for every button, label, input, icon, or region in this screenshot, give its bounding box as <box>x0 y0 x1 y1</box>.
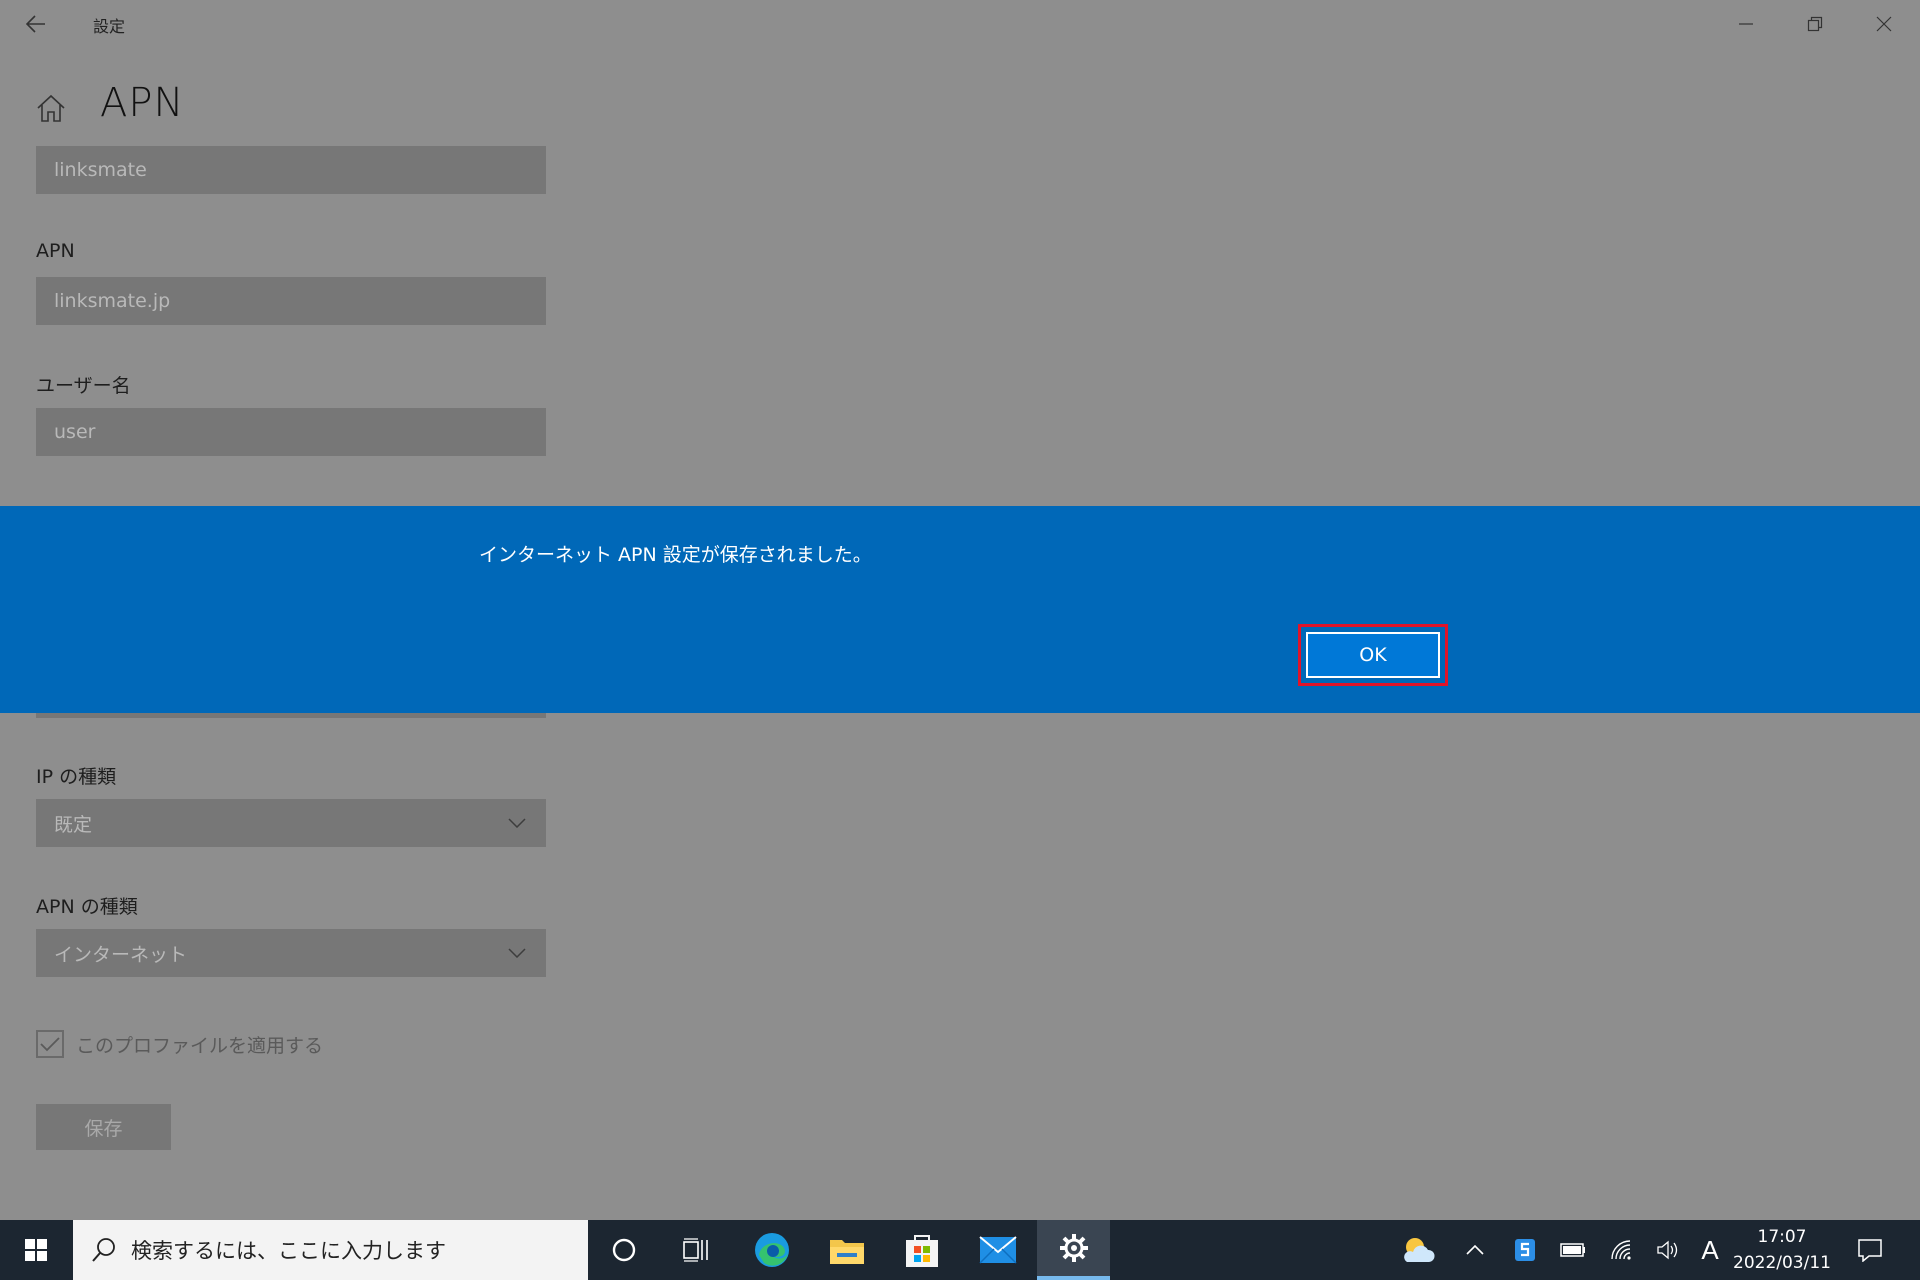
page-title: APN <box>100 80 185 126</box>
edge-icon <box>755 1233 789 1267</box>
profile-name-value: linksmate <box>54 159 147 181</box>
settings-taskbar-button[interactable] <box>1037 1220 1110 1280</box>
close-icon <box>1876 16 1892 32</box>
show-hidden-icons-button[interactable] <box>1460 1220 1490 1280</box>
notification-button[interactable] <box>1850 1220 1890 1280</box>
minimize-icon <box>1739 23 1753 25</box>
apply-profile-checkbox-row[interactable]: このプロファイルを適用する <box>36 1028 323 1060</box>
back-button[interactable] <box>18 8 54 40</box>
clock-date: 2022/03/11 <box>1733 1253 1831 1273</box>
apn-field[interactable]: linksmate.jp <box>36 277 546 325</box>
restore-icon <box>1807 16 1823 32</box>
checkmark-icon <box>40 1037 60 1052</box>
battery-tray-button[interactable] <box>1558 1220 1588 1280</box>
security-icon <box>1515 1239 1535 1261</box>
apply-profile-checkbox[interactable] <box>36 1030 64 1058</box>
taskbar: 検索するには、ここに入力します A 17:07 2022/03/11 <box>0 1220 1920 1280</box>
notification-icon <box>1858 1239 1882 1262</box>
taskbar-clock[interactable]: 17:07 2022/03/11 <box>1728 1220 1836 1280</box>
weather-button[interactable] <box>1396 1220 1440 1280</box>
window-title: 設定 <box>93 17 126 36</box>
ime-indicator[interactable]: A <box>1696 1220 1724 1280</box>
wifi-tray-button[interactable] <box>1606 1220 1638 1280</box>
confirmation-dialog: インターネット APN 設定が保存されました。 OK <box>0 506 1920 713</box>
store-button[interactable] <box>892 1220 952 1280</box>
dialog-message: インターネット APN 設定が保存されました。 <box>479 544 872 566</box>
file-explorer-button[interactable] <box>818 1220 876 1280</box>
username-label: ユーザー名 <box>36 375 131 397</box>
search-icon <box>92 1238 115 1262</box>
ok-button[interactable]: OK <box>1306 632 1440 678</box>
title-bar: 設定 <box>0 0 1920 48</box>
ip-type-value: 既定 <box>54 813 93 836</box>
apn-value: linksmate.jp <box>54 290 171 312</box>
cortana-button[interactable] <box>596 1220 652 1280</box>
wifi-icon <box>1611 1240 1631 1260</box>
clock-time: 17:07 <box>1757 1227 1807 1247</box>
minimize-button[interactable] <box>1712 0 1780 48</box>
username-value: user <box>54 421 96 443</box>
task-view-icon <box>683 1238 708 1262</box>
apn-label: APN <box>36 240 75 262</box>
file-explorer-icon <box>830 1240 864 1264</box>
home-icon <box>37 94 65 122</box>
chevron-up-icon <box>1466 1245 1484 1255</box>
restore-button[interactable] <box>1781 0 1849 48</box>
home-button[interactable] <box>34 92 68 126</box>
mail-button[interactable] <box>968 1220 1028 1280</box>
ip-type-label: IP の種類 <box>36 766 117 788</box>
volume-tray-button[interactable] <box>1652 1220 1684 1280</box>
arrow-left-icon <box>26 15 45 33</box>
chevron-down-icon <box>508 948 526 958</box>
apply-profile-label: このプロファイルを適用する <box>76 1034 324 1057</box>
save-button[interactable]: 保存 <box>36 1104 171 1150</box>
close-button[interactable] <box>1850 0 1918 48</box>
cortana-icon <box>612 1238 636 1262</box>
ok-highlight-box: OK <box>1298 624 1448 686</box>
settings-icon <box>1059 1234 1088 1262</box>
search-placeholder: 検索するには、ここに入力します <box>131 1239 446 1263</box>
taskbar-search[interactable]: 検索するには、ここに入力します <box>73 1220 588 1280</box>
mail-icon <box>979 1236 1017 1264</box>
apn-type-select[interactable]: インターネット <box>36 929 546 977</box>
apn-type-value: インターネット <box>54 943 188 966</box>
start-button[interactable] <box>0 1220 72 1280</box>
weather-icon <box>1404 1238 1435 1262</box>
apn-type-label: APN の種類 <box>36 896 138 918</box>
chevron-down-icon <box>508 818 526 828</box>
profile-name-field[interactable]: linksmate <box>36 146 546 194</box>
security-tray-button[interactable] <box>1510 1220 1540 1280</box>
volume-icon <box>1657 1240 1678 1260</box>
store-icon <box>906 1235 938 1267</box>
edge-button[interactable] <box>744 1220 800 1280</box>
start-icon <box>25 1239 47 1261</box>
username-field[interactable]: user <box>36 408 546 456</box>
ip-type-select[interactable]: 既定 <box>36 799 546 847</box>
task-view-button[interactable] <box>668 1220 724 1280</box>
battery-icon <box>1560 1243 1585 1257</box>
